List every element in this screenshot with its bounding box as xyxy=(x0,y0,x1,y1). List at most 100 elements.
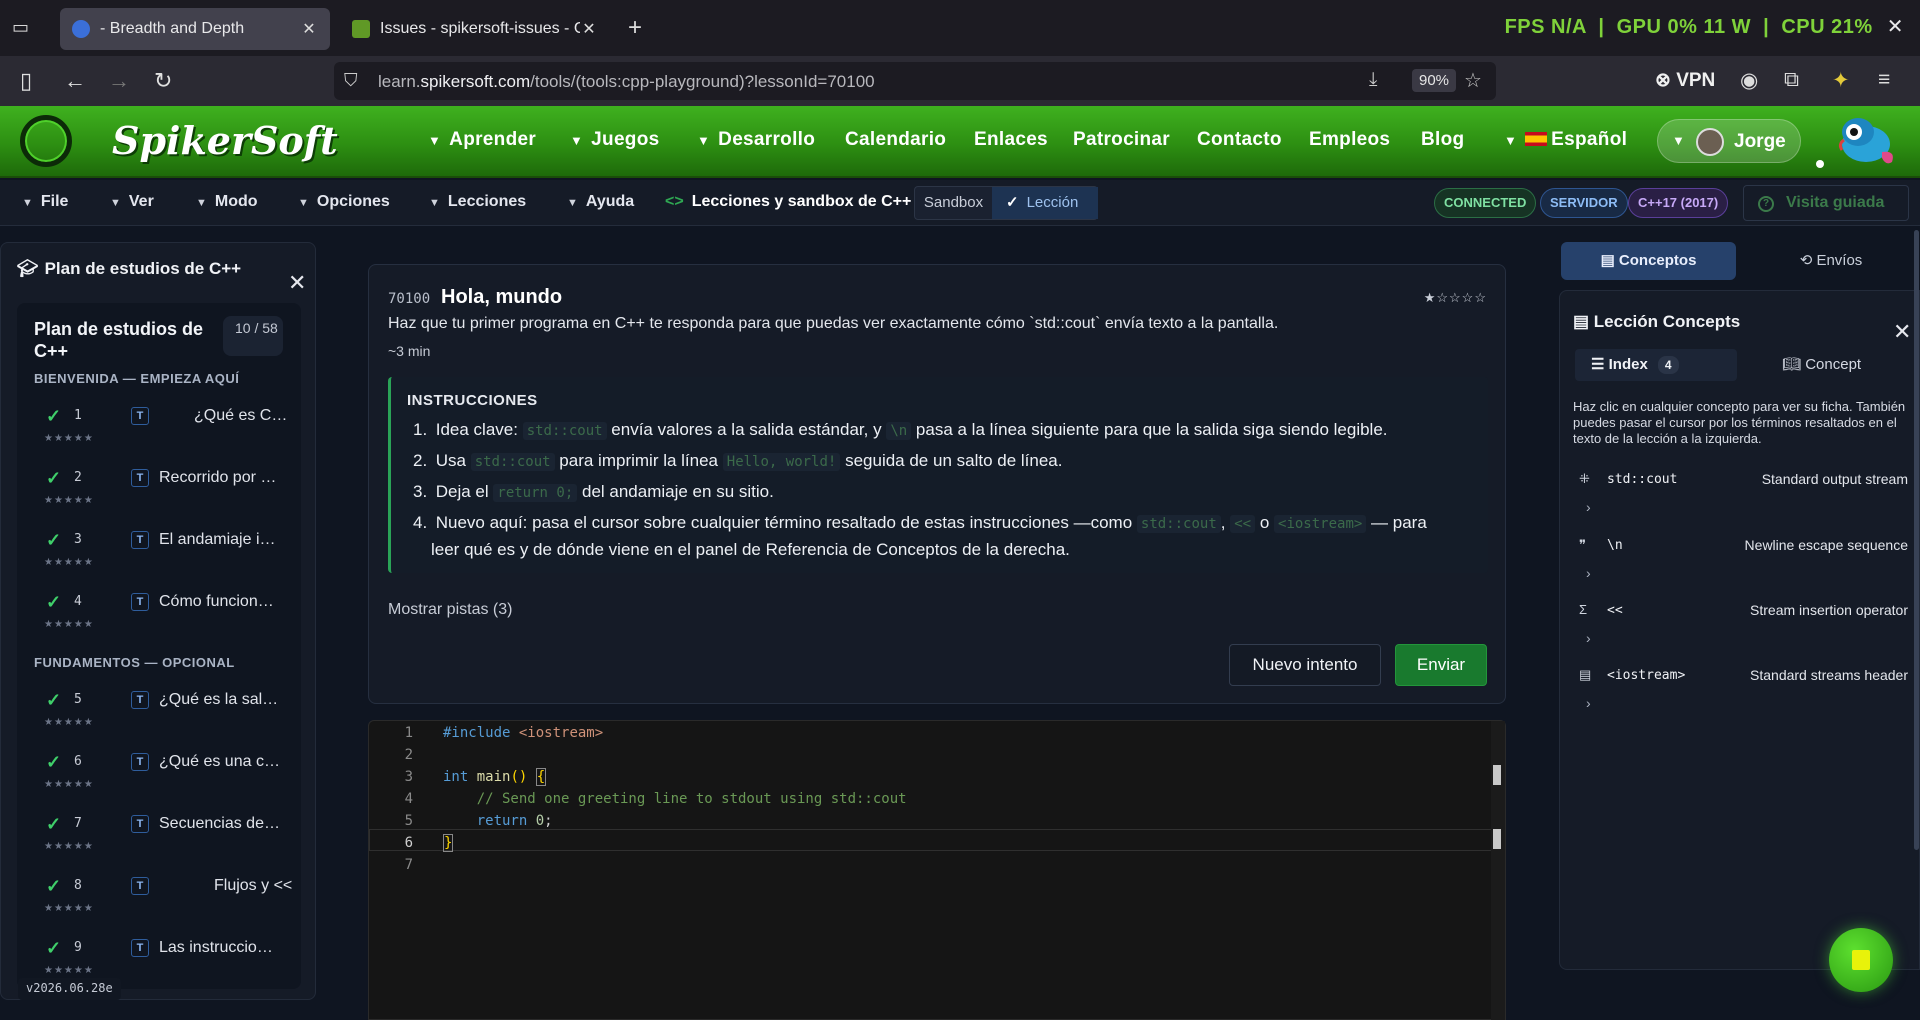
concept-item-iostream[interactable]: ▤ <iostream> Standard streams header › xyxy=(1573,663,1908,727)
sidebar-toggle-icon[interactable]: ▯ xyxy=(20,68,32,94)
nav-empleos[interactable]: Empleos xyxy=(1309,129,1390,151)
nav-calendario[interactable]: Calendario xyxy=(845,129,946,151)
guided-tour-button[interactable]: ? Visita guiada xyxy=(1743,185,1909,221)
nav-blog[interactable]: Blog xyxy=(1421,129,1464,151)
zoom-level[interactable]: 90% xyxy=(1412,69,1457,92)
concept-item-newline[interactable]: ❞ \n Newline escape sequence › xyxy=(1573,533,1908,597)
list-icon: ☰ xyxy=(1591,356,1609,373)
list-item[interactable]: ✓ 8 T Flujos y << ★★★★★ xyxy=(34,873,294,931)
vpn-button[interactable]: ⊗ VPN xyxy=(1655,69,1715,92)
tab-list-icon[interactable]: ▭ xyxy=(12,17,36,39)
nav-juegos[interactable]: ▼ Juegos xyxy=(570,129,660,151)
close-icon[interactable]: ✕ xyxy=(1893,319,1911,345)
quote-icon: ❞ xyxy=(1579,537,1586,552)
concept-definition: Newline escape sequence xyxy=(1744,537,1908,553)
concept-term-link[interactable]: <iostream> xyxy=(1274,515,1367,533)
menu-ayuda[interactable]: ▼ Ayuda xyxy=(567,193,634,211)
browser-tab[interactable]: Issues - spikersoft-issues - Gitea ✕ xyxy=(340,8,610,50)
menu-lecciones[interactable]: ▼ Lecciones xyxy=(429,193,526,211)
lesson-type-badge: T xyxy=(131,593,149,611)
list-item[interactable]: ✓ 5 T ¿Qué es la sali… ★★★★★ xyxy=(34,687,294,745)
concept-term-link[interactable]: \n xyxy=(886,422,912,440)
code-line-5[interactable]: return 0; xyxy=(443,813,553,829)
nav-patrocinar[interactable]: Patrocinar xyxy=(1073,129,1170,151)
account-icon[interactable]: ◉ xyxy=(1740,68,1758,93)
show-hints-link[interactable]: Mostrar pistas (3) xyxy=(388,601,512,619)
address-bar[interactable]: ⛉ learn.spikersoft.com/tools/(tools:cpp-… xyxy=(334,62,1496,100)
concept-term-link[interactable]: << xyxy=(1230,515,1256,533)
code-line-4[interactable]: // Send one greeting line to stdout usin… xyxy=(443,791,907,807)
download-icon[interactable]: ⤓ xyxy=(1369,69,1377,91)
mode-sandbox-button[interactable]: Sandbox xyxy=(915,187,992,219)
code-line-3[interactable]: int main() { xyxy=(443,768,547,786)
menu-icon[interactable]: ≡ xyxy=(1878,68,1890,92)
new-tab-icon[interactable]: + xyxy=(628,14,642,42)
submit-button[interactable]: Enviar xyxy=(1395,644,1487,686)
check-icon: ✓ xyxy=(46,592,62,612)
lesson-number: 5 xyxy=(74,692,82,707)
concept-term-link[interactable]: std::cout xyxy=(1136,515,1221,533)
chevron-right-icon[interactable]: › xyxy=(1586,499,1591,515)
concept-term-link[interactable]: std::cout xyxy=(470,453,555,471)
user-menu[interactable]: ▼ Jorge xyxy=(1657,119,1801,163)
nav-desarrollo[interactable]: ▼ Desarrollo xyxy=(697,129,815,151)
reload-icon[interactable]: ↻ xyxy=(154,68,172,94)
concept-item-insertion[interactable]: Σ << Stream insertion operator › xyxy=(1573,598,1908,662)
browser-tab-active[interactable]: - Breadth and Depth ✕ xyxy=(60,8,330,50)
concept-item-cout[interactable]: ⁜ std::cout Standard output stream › xyxy=(1573,467,1908,531)
close-icon[interactable]: ✕ xyxy=(288,270,306,296)
language-selector[interactable]: ▼ Español xyxy=(1504,129,1627,151)
tab-title: - Breadth and Depth xyxy=(100,20,245,37)
code-editor[interactable]: 1 2 3 4 5 6 7 #include <iostream> int ma… xyxy=(368,720,1506,1020)
code-line-1[interactable]: #include <iostream> xyxy=(443,725,603,741)
floating-notes-button[interactable] xyxy=(1829,928,1893,992)
menu-ver[interactable]: ▼ Ver xyxy=(110,193,154,211)
lesson-name: Cómo funcion… xyxy=(159,593,274,610)
tab-submissions[interactable]: ⟲ Envíos xyxy=(1751,242,1911,280)
forward-icon[interactable]: → xyxy=(108,68,130,94)
gpu-label: GPU xyxy=(1616,16,1662,38)
close-tab-icon[interactable]: ✕ xyxy=(580,19,598,39)
subtab-index[interactable]: ☰ Index 4 xyxy=(1575,349,1737,381)
chameleon-mascot-icon[interactable] xyxy=(1836,110,1898,170)
code-line-6[interactable]: } xyxy=(443,834,454,852)
menu-opciones[interactable]: ▼ Opciones xyxy=(298,193,390,211)
shield-icon[interactable]: ⛉ xyxy=(344,70,358,91)
subtab-concept[interactable]: 📖︎ Concept xyxy=(1782,349,1892,381)
nav-aprender[interactable]: ▼ Aprender xyxy=(428,129,536,151)
instructions-header: INSTRUCCIONES xyxy=(407,392,538,409)
chevron-right-icon[interactable]: › xyxy=(1586,630,1591,646)
back-icon[interactable]: ← xyxy=(64,68,86,94)
menu-modo[interactable]: ▼ Modo xyxy=(196,193,258,211)
page-scrollbar[interactable] xyxy=(1914,230,1919,850)
check-icon: ✓ xyxy=(46,876,62,896)
breadcrumb: <> Lecciones y sandbox de C++ xyxy=(665,193,912,210)
list-item[interactable]: ✓ 7 T Secuencias de… ★★★★★ xyxy=(34,811,294,869)
chevron-right-icon[interactable]: › xyxy=(1586,565,1591,581)
lesson-type-badge: T xyxy=(131,691,149,709)
url-text[interactable]: learn.spikersoft.com/tools/(tools:cpp-pl… xyxy=(378,72,875,92)
window-close-icon[interactable]: ✕ xyxy=(1887,16,1904,38)
lesson-name: ¿Qué es una c… xyxy=(159,753,280,770)
bookmark-star-icon[interactable]: ☆ xyxy=(1464,68,1482,93)
mode-lesson-button[interactable]: ✓ Lección xyxy=(992,187,1098,219)
list-item[interactable]: ✓ 1 T ¿Qué es C++? ★★★★★ xyxy=(34,403,294,461)
list-item[interactable]: ✓ 6 T ¿Qué es una c… ★★★★★ xyxy=(34,749,294,807)
list-item[interactable]: ✓ 4 T Cómo funcion… ★★★★★ xyxy=(34,589,294,647)
list-item[interactable]: ✓ 2 T Recorrido por … ★★★★★ xyxy=(34,465,294,523)
menu-file[interactable]: ▼ File xyxy=(22,193,68,211)
chevron-right-icon[interactable]: › xyxy=(1586,695,1591,711)
extensions-icon[interactable]: ⧉ xyxy=(1784,68,1799,92)
nav-enlaces[interactable]: Enlaces xyxy=(974,129,1048,151)
nav-contacto[interactable]: Contacto xyxy=(1197,129,1282,151)
tab-concepts[interactable]: ▤ Conceptos xyxy=(1561,242,1736,280)
concept-term-link[interactable]: std::cout xyxy=(522,422,607,440)
list-item[interactable]: ✓ 3 T El andamiaje i… ★★★★★ xyxy=(34,527,294,585)
brand-logo[interactable]: SpikerSoft xyxy=(112,118,338,163)
close-tab-icon[interactable]: ✕ xyxy=(300,19,318,39)
scroll-marker xyxy=(1493,829,1501,849)
spain-flag-icon xyxy=(1525,132,1548,146)
extension-icon[interactable]: ✦ xyxy=(1832,68,1850,93)
retry-button[interactable]: Nuevo intento xyxy=(1229,644,1381,686)
logo-ring-icon[interactable] xyxy=(20,115,72,167)
